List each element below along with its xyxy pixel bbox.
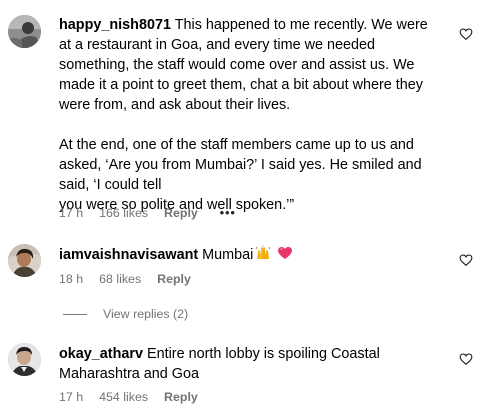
username[interactable]: iamvaishnavisawant: [59, 247, 198, 263]
like-count[interactable]: 166 likes: [99, 205, 148, 221]
username[interactable]: okay_atharv: [59, 346, 143, 362]
view-replies-divider: [63, 313, 87, 315]
heart-outline-icon[interactable]: [459, 27, 473, 41]
username[interactable]: happy_nish8071: [59, 17, 171, 33]
reply-button[interactable]: Reply: [157, 271, 191, 287]
more-options-icon[interactable]: •••: [220, 205, 236, 221]
pink-heart-emoji: [277, 245, 293, 267]
avatar-okay-atharv[interactable]: [8, 343, 41, 376]
avatar-happy-nish8071[interactable]: [8, 15, 41, 48]
comment-text: happy_nish8071 This happened to me recen…: [59, 15, 439, 215]
like-count[interactable]: 68 likes: [99, 271, 141, 287]
comment-meta: 17 h 166 likes Reply •••: [59, 205, 252, 221]
comment-time: 17 h: [59, 206, 84, 220]
heart-outline-icon[interactable]: [459, 253, 473, 267]
view-replies-label: View replies (2): [103, 307, 189, 321]
view-replies-button[interactable]: View replies (2): [63, 307, 188, 321]
reply-button[interactable]: Reply: [164, 389, 198, 405]
comment-meta: 18 h 68 likes Reply: [59, 271, 207, 287]
comment-body: This happened to me recently. We were at…: [59, 17, 428, 213]
comment-time: 17 h: [59, 390, 84, 404]
comment-meta: 17 h 454 likes Reply: [59, 389, 214, 405]
like-count[interactable]: 454 likes: [99, 389, 148, 405]
raising-hands-emoji: [255, 245, 271, 267]
comment-body: Mumbai: [198, 247, 254, 263]
reply-button[interactable]: Reply: [164, 205, 198, 221]
comment-text: iamvaishnavisawant Mumbai: [59, 245, 439, 267]
comment-text: okay_atharv Entire north lobby is spoili…: [59, 344, 439, 384]
heart-outline-icon[interactable]: [459, 352, 473, 366]
avatar-iamvaishnavisawant[interactable]: [8, 244, 41, 277]
comment-time: 18 h: [59, 272, 84, 286]
